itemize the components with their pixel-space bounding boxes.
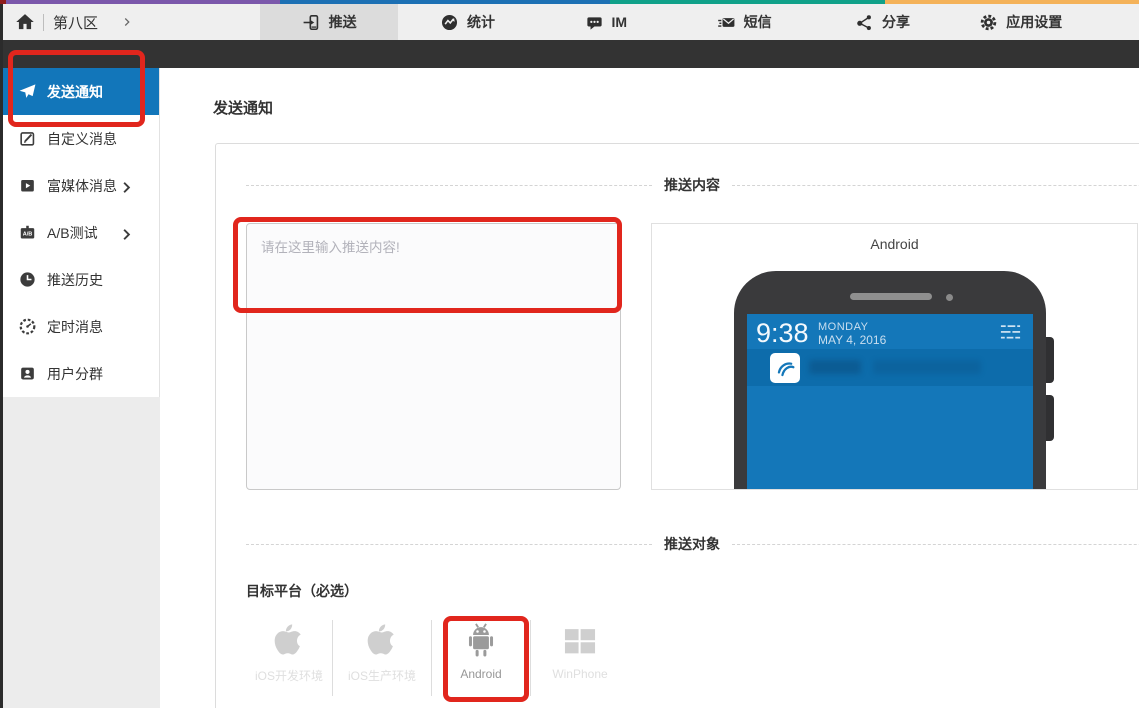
chevron-right-icon <box>117 178 136 197</box>
svg-text:A/B: A/B <box>23 232 33 238</box>
tab-statistics[interactable]: 统计 <box>398 4 536 40</box>
tab-sms[interactable]: 短信 <box>675 4 813 40</box>
jpush-logo-icon <box>775 358 796 379</box>
sidebar-item-push-history[interactable]: 推送历史 <box>3 256 159 303</box>
sidebar-item-rich-media[interactable]: 富媒体消息 <box>3 162 159 209</box>
platform-winphone[interactable]: WinPhone <box>531 612 629 708</box>
home-icon[interactable] <box>15 12 35 32</box>
sidebar-item-custom-message[interactable]: 自定义消息 <box>3 115 159 162</box>
sidebar-item-label: 定时消息 <box>47 317 103 337</box>
platform-ios-dev[interactable]: iOS开发环境 <box>246 612 332 708</box>
app-switcher[interactable]: 第八区 <box>0 4 98 40</box>
ab-badge-icon: A/B <box>18 223 37 242</box>
sidebar-item-label: 发送通知 <box>47 82 103 102</box>
top-nav-bar: 第八区 推送 统计 IM 短信 分享 <box>0 4 1139 40</box>
section-title-push-target: 推送对象 <box>652 534 732 554</box>
platform-selector: iOS开发环境 iOS生产环境 Android WinPhone <box>246 612 629 708</box>
tab-push[interactable]: 推送 <box>260 4 398 40</box>
windows-icon <box>561 622 599 660</box>
android-preview-box: Android 9:38 MONDAY MAY 4, 2016 <box>651 223 1138 490</box>
chevron-right-icon[interactable] <box>120 13 134 31</box>
push-content-textarea[interactable] <box>246 223 621 490</box>
im-icon <box>585 13 604 32</box>
tab-label: 统计 <box>467 12 495 32</box>
tune-settings-icon <box>999 323 1022 341</box>
gear-icon <box>979 13 998 32</box>
sidebar-item-label: 自定义消息 <box>47 129 117 149</box>
sidebar-item-ab-test[interactable]: A/B A/B测试 <box>3 209 159 256</box>
apple-icon <box>363 622 401 660</box>
clock-icon <box>18 270 37 289</box>
sub-header-bar <box>0 40 1139 68</box>
brand-divider <box>43 14 44 31</box>
edit-square-icon <box>18 129 37 148</box>
current-app-name[interactable]: 第八区 <box>53 12 98 33</box>
push-form-panel: 推送内容 Android 9:38 MONDAY MAY 4, 2016 <box>215 143 1139 708</box>
page-title: 发送通知 <box>213 97 273 118</box>
chevron-right-icon <box>117 225 136 244</box>
tab-label: 分享 <box>882 12 910 32</box>
tab-label: 短信 <box>744 12 772 32</box>
phone-date: MAY 4, 2016 <box>818 334 886 347</box>
tab-im[interactable]: IM <box>537 4 675 40</box>
timer-icon <box>18 317 37 336</box>
tab-label: 推送 <box>329 12 357 32</box>
phone-screen: 9:38 MONDAY MAY 4, 2016 <box>747 314 1033 490</box>
top-tabs: 推送 统计 IM 短信 分享 应用设置 <box>260 4 1090 40</box>
sidebar-item-label: 推送历史 <box>47 270 103 290</box>
android-icon <box>462 622 500 660</box>
user-card-icon <box>18 364 37 383</box>
video-square-icon <box>18 176 37 195</box>
app-root: 第八区 推送 统计 IM 短信 分享 <box>0 0 1139 708</box>
section-divider-push-content: 推送内容 <box>246 175 1139 195</box>
preview-platform-label: Android <box>652 236 1137 252</box>
phone-side-button <box>1046 337 1054 383</box>
tab-label: IM <box>612 14 628 30</box>
sidebar-item-label: 富媒体消息 <box>47 176 117 196</box>
sidebar-item-label: A/B测试 <box>47 223 98 243</box>
platform-label: WinPhone <box>552 667 607 681</box>
sidebar-item-label: 用户分群 <box>47 364 103 384</box>
ghost-text-blob <box>873 360 981 374</box>
phone-daydate: MONDAY MAY 4, 2016 <box>818 321 886 347</box>
apple-icon <box>270 622 308 660</box>
app-icon-tile <box>770 353 800 383</box>
phone-speaker <box>850 293 932 300</box>
tab-share[interactable]: 分享 <box>813 4 951 40</box>
sidebar-item-send-notification[interactable]: 发送通知 <box>3 68 159 115</box>
phone-mockup: 9:38 MONDAY MAY 4, 2016 <box>734 271 1046 490</box>
sidebar-item-scheduled-message[interactable]: 定时消息 <box>3 303 159 350</box>
paper-plane-icon <box>18 82 37 101</box>
sidebar-menu: 发送通知 自定义消息 富媒体消息 A/B A/B测试 推送历史 <box>3 68 160 397</box>
sms-icon <box>717 13 736 32</box>
sidebar: 发送通知 自定义消息 富媒体消息 A/B A/B测试 推送历史 <box>3 68 160 708</box>
platform-label: Android <box>460 667 501 681</box>
platform-label: iOS生产环境 <box>348 667 416 684</box>
phone-side-button <box>1046 395 1054 441</box>
section-divider-push-target: 推送对象 <box>246 534 1139 554</box>
tab-label: 应用设置 <box>1006 12 1062 32</box>
target-platform-label: 目标平台（必选） <box>246 581 358 601</box>
notification-banner <box>747 349 1033 386</box>
platform-ios-prod[interactable]: iOS生产环境 <box>333 612 431 708</box>
share-icon <box>855 13 874 32</box>
ghost-text-blob <box>809 360 861 374</box>
phone-clock: 9:38 <box>756 318 809 349</box>
tab-app-settings[interactable]: 应用设置 <box>952 4 1090 40</box>
platform-android[interactable]: Android <box>432 612 530 708</box>
sidebar-item-user-segments[interactable]: 用户分群 <box>3 350 159 397</box>
phone-camera-dot <box>946 294 953 301</box>
statistics-icon <box>440 13 459 32</box>
section-title-push-content: 推送内容 <box>652 175 732 195</box>
push-icon <box>302 13 321 32</box>
platform-label: iOS开发环境 <box>255 667 323 684</box>
main-content: 发送通知 推送内容 Android 9:38 MONDAY MAY 4, 201… <box>160 68 1139 708</box>
